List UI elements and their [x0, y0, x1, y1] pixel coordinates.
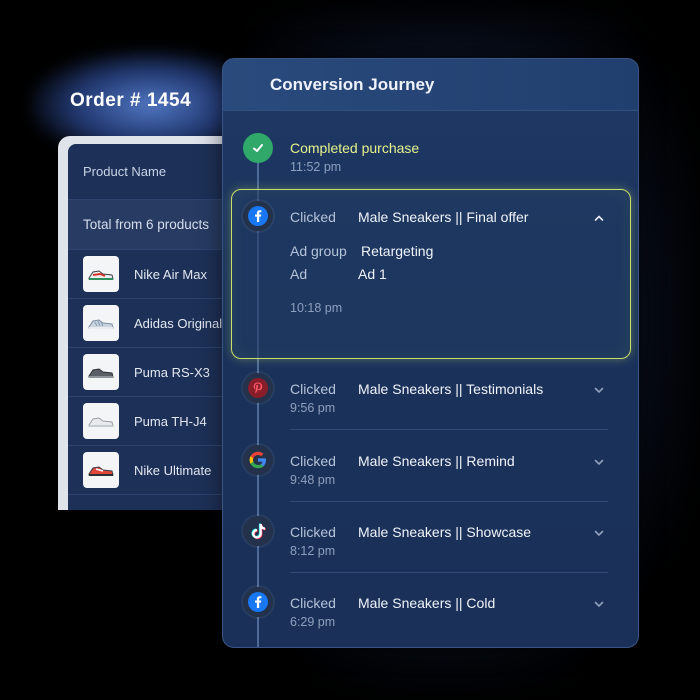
check-icon [243, 133, 273, 163]
step-time: 9:56 pm [290, 401, 336, 415]
step-campaign: Male Sneakers || Final offer [358, 209, 529, 225]
order-total-row: Total from 6 products [68, 200, 238, 250]
order-table: Product Name Total from 6 products Nike … [68, 144, 238, 510]
product-row[interactable]: Nike Air Max [68, 250, 238, 299]
google-icon [243, 445, 273, 475]
sneaker-thumbnail [83, 256, 119, 292]
sneaker-thumbnail [83, 403, 119, 439]
step-action: Clicked [290, 524, 336, 540]
product-row[interactable]: Nike Ultimate [68, 446, 238, 495]
step-time: 9:48 pm [290, 473, 336, 487]
timeline-step[interactable]: Clicked Male Sneakers || Showcase 8:12 p… [223, 516, 638, 576]
facebook-icon [243, 201, 273, 231]
timeline-step[interactable]: Clicked Male Sneakers || Cold 6:29 pm [223, 587, 638, 647]
pinterest-icon [243, 373, 273, 403]
step-divider [290, 429, 608, 430]
chevron-up-icon[interactable] [594, 213, 604, 223]
step-campaign: Male Sneakers || Cold [358, 595, 496, 611]
sneaker-thumbnail [83, 305, 119, 341]
product-row[interactable]: Puma TH-J4 [68, 397, 238, 446]
ad-group-value: Retargeting [361, 243, 434, 259]
step-action: Clicked [290, 381, 336, 397]
step-time: 11:52 pm [290, 160, 342, 174]
step-action: Clicked [290, 595, 336, 611]
step-time: 6:29 pm [290, 615, 336, 629]
step-campaign: Male Sneakers || Showcase [358, 524, 532, 540]
chevron-down-icon[interactable] [594, 599, 604, 609]
order-title: Order # 1454 [70, 90, 192, 111]
chevron-down-icon[interactable] [594, 385, 604, 395]
ad-value: Ad 1 [358, 266, 387, 282]
conversion-journey-panel: Conversion Journey Completed purchase 11… [222, 58, 639, 648]
step-campaign: Male Sneakers || Testimonials [358, 381, 544, 397]
step-campaign: Male Sneakers || Remind [358, 453, 515, 469]
product-row[interactable]: Adidas Originals [68, 299, 238, 348]
ad-group-label: Ad group [290, 243, 347, 259]
chevron-down-icon[interactable] [594, 528, 604, 538]
step-action: Clicked [290, 209, 336, 225]
chevron-down-icon[interactable] [594, 457, 604, 467]
product-row[interactable]: Puma RS-X3 [68, 348, 238, 397]
order-card: Product Name Total from 6 products Nike … [58, 136, 238, 510]
tiktok-icon [243, 516, 273, 546]
timeline-step[interactable]: Clicked Male Sneakers || Remind 9:48 pm [223, 445, 638, 505]
timeline-step[interactable]: Clicked Male Sneakers || Testimonials 9:… [223, 373, 638, 433]
product-name: Puma RS-X3 [134, 364, 210, 380]
sneaker-thumbnail [83, 452, 119, 488]
product-name: Adidas Originals [134, 315, 229, 331]
product-name: Nike Ultimate [134, 462, 212, 478]
completed-label: Completed purchase [290, 140, 420, 156]
step-divider [290, 501, 608, 502]
product-name: Nike Air Max [134, 266, 207, 282]
facebook-icon [243, 587, 273, 617]
product-name: Puma TH-J4 [134, 413, 207, 429]
step-time: 10:18 pm [290, 301, 343, 315]
step-divider [290, 572, 608, 573]
journey-title: Conversion Journey [223, 59, 638, 111]
ad-label: Ad [290, 266, 308, 282]
step-time: 8:12 pm [290, 544, 336, 558]
timeline-step-completed: Completed purchase 11:52 pm [223, 131, 638, 191]
timeline-step: Clicked Male Sneakers || Final offer Ad … [223, 201, 638, 351]
product-name-header: Product Name [68, 144, 238, 200]
step-action: Clicked [290, 453, 336, 469]
sneaker-thumbnail [83, 354, 119, 390]
